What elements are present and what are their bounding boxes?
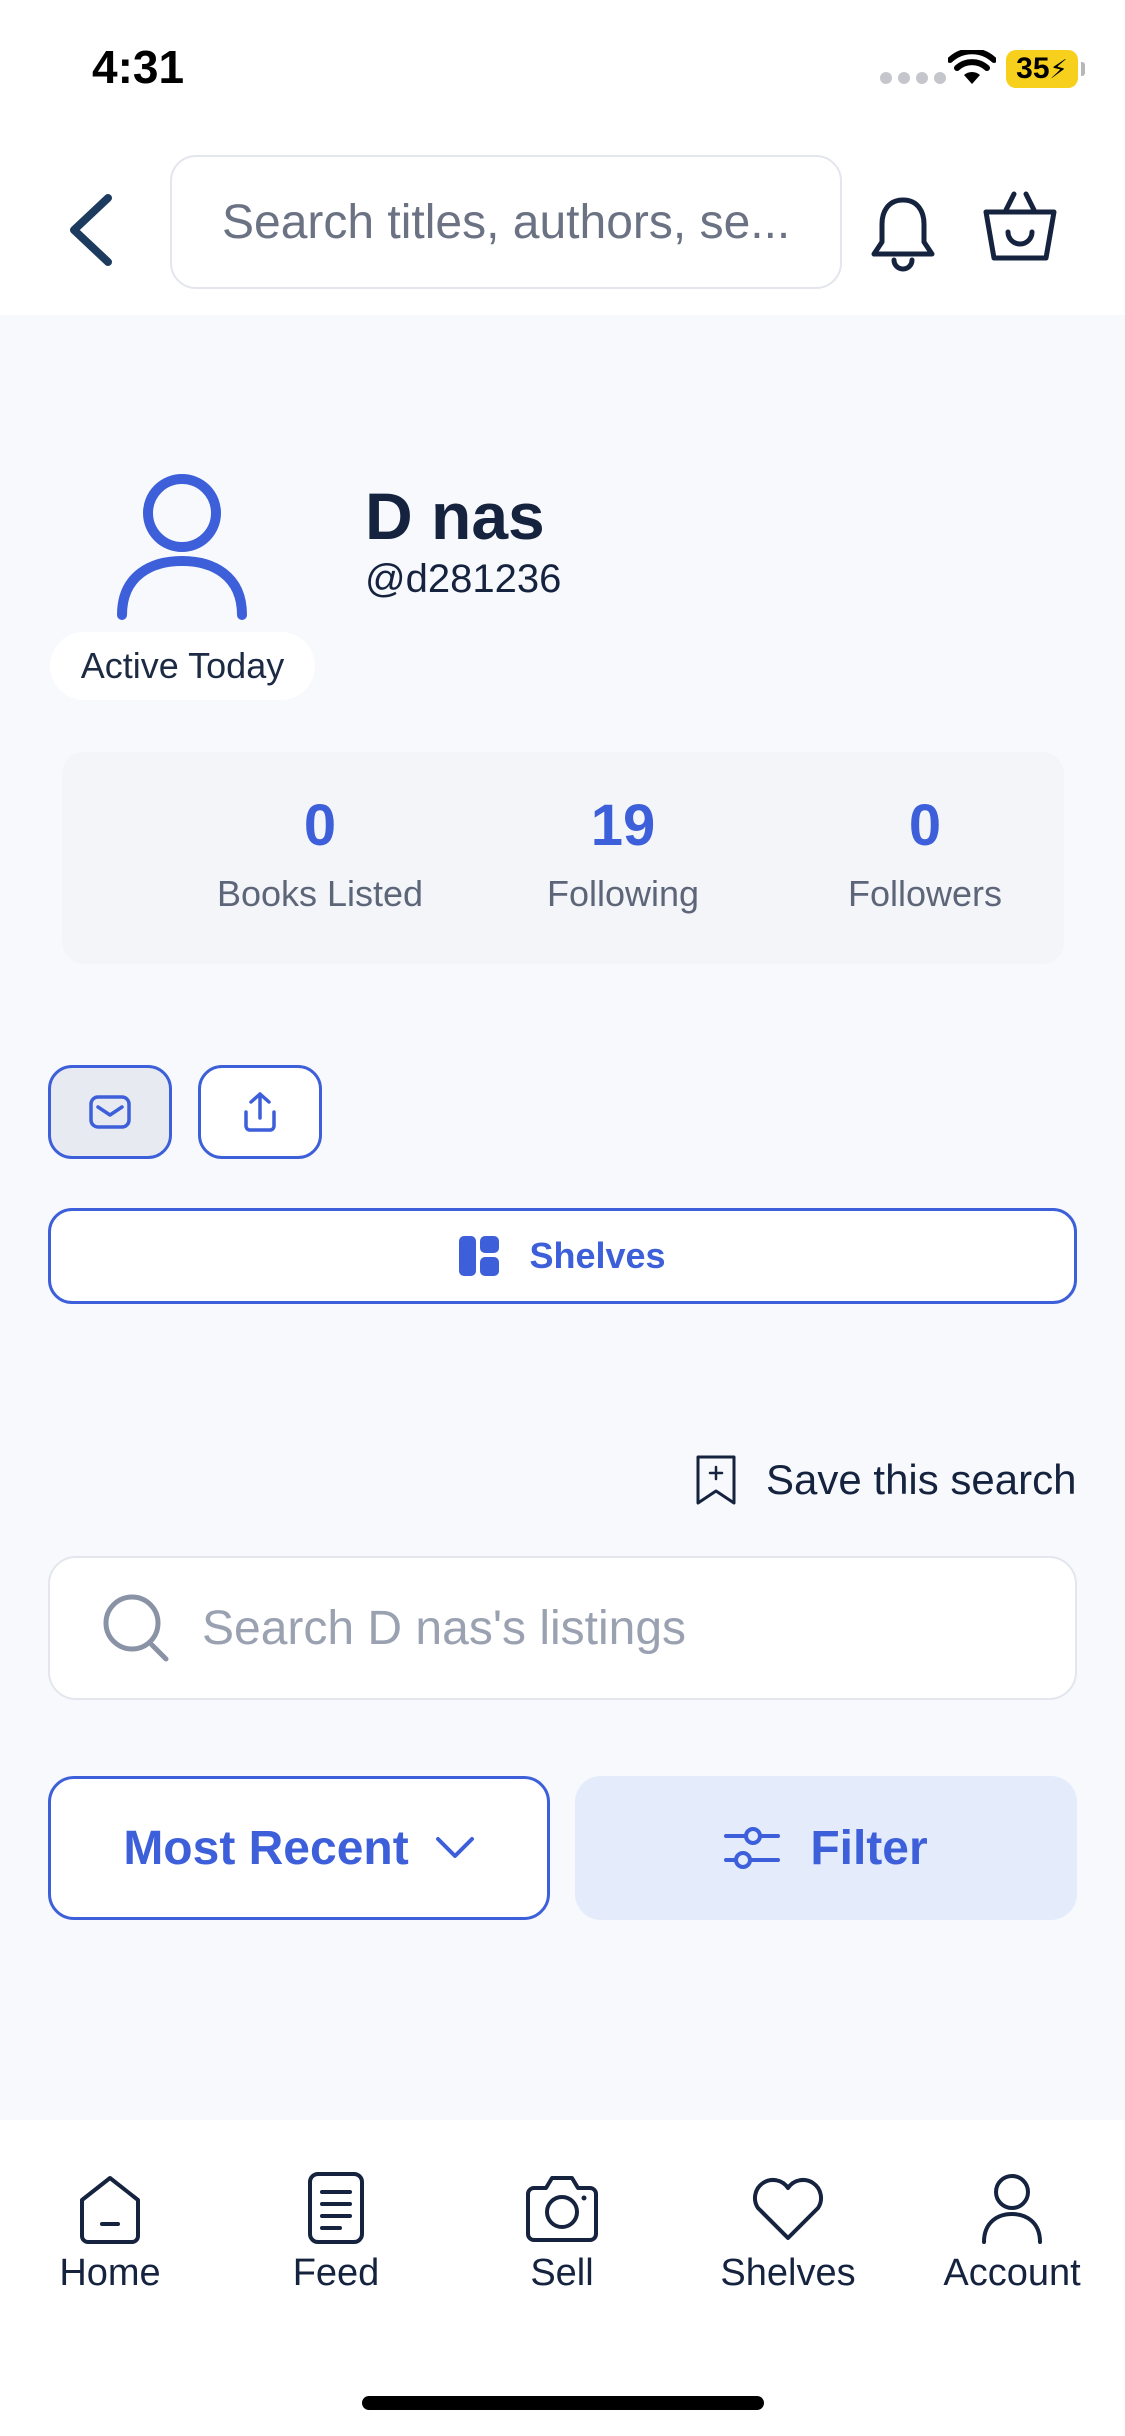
tab-label: Shelves bbox=[720, 2252, 856, 2294]
filter-label: Filter bbox=[810, 1821, 928, 1875]
charging-bolt-icon: ⚡ bbox=[1049, 53, 1068, 84]
battery-indicator: 35 ⚡ bbox=[1006, 50, 1085, 88]
feed-icon bbox=[308, 2172, 364, 2244]
global-search-input[interactable]: Search titles, authors, se... bbox=[170, 155, 842, 289]
basket-icon[interactable] bbox=[980, 186, 1060, 266]
cellular-signal-icon bbox=[880, 72, 946, 84]
camera-icon bbox=[526, 2176, 598, 2242]
stat-value: 0 bbox=[908, 793, 942, 858]
profile-handle: @d281236 bbox=[365, 557, 562, 601]
tab-label: Home bbox=[59, 2252, 161, 2294]
profile-name: D nas bbox=[365, 479, 545, 553]
status-time: 4:31 bbox=[92, 41, 185, 93]
tab-label: Sell bbox=[530, 2252, 594, 2294]
sort-dropdown[interactable]: Most Recent bbox=[48, 1776, 550, 1920]
bottom-tab-bar: Home Feed Sell Shelves Account bbox=[0, 2120, 1125, 2436]
sort-label: Most Recent bbox=[123, 1821, 409, 1875]
wifi-icon bbox=[948, 50, 996, 84]
home-indicator bbox=[362, 2396, 764, 2410]
stat-followers[interactable]: 0 Followers bbox=[795, 792, 1055, 915]
tab-account[interactable]: Account bbox=[912, 2170, 1112, 2295]
avatar bbox=[117, 474, 247, 620]
bell-icon[interactable] bbox=[868, 192, 938, 272]
mail-icon bbox=[89, 1095, 131, 1129]
stats-card: 0 Books Listed 19 Following 0 Followers bbox=[62, 752, 1064, 964]
global-search-placeholder: Search titles, authors, se... bbox=[222, 195, 791, 249]
battery-level: 35 bbox=[1016, 52, 1050, 85]
save-search-button[interactable]: Save this search bbox=[692, 1450, 1077, 1510]
stat-books-listed[interactable]: 0 Books Listed bbox=[190, 792, 450, 915]
bookmark-add-icon bbox=[696, 1455, 736, 1505]
listing-search-placeholder: Search D nas's listings bbox=[202, 1601, 687, 1655]
shelves-grid-icon bbox=[459, 1236, 500, 1276]
stat-value: 0 bbox=[303, 793, 337, 858]
tab-home[interactable]: Home bbox=[10, 2170, 210, 2295]
chevron-down-icon bbox=[435, 1837, 474, 1858]
stat-following[interactable]: 19 Following bbox=[493, 792, 753, 915]
search-icon bbox=[103, 1594, 169, 1662]
filter-button[interactable]: Filter bbox=[575, 1776, 1077, 1920]
top-header: Search titles, authors, se... bbox=[0, 140, 1125, 315]
stat-label: Following bbox=[546, 873, 700, 914]
message-button[interactable] bbox=[48, 1065, 172, 1159]
tab-feed[interactable]: Feed bbox=[236, 2170, 436, 2295]
save-search-label: Save this search bbox=[766, 1456, 1077, 1503]
shelves-button[interactable]: Shelves bbox=[48, 1208, 1077, 1304]
stat-label: Books Listed bbox=[216, 873, 424, 914]
heart-icon bbox=[752, 2178, 824, 2240]
back-chevron-icon[interactable] bbox=[60, 190, 130, 270]
tab-shelves[interactable]: Shelves bbox=[688, 2170, 888, 2295]
activity-status-badge: Active Today bbox=[50, 632, 315, 700]
tab-sell[interactable]: Sell bbox=[462, 2170, 662, 2295]
tab-label: Feed bbox=[292, 2252, 380, 2294]
share-icon bbox=[244, 1092, 276, 1132]
share-button[interactable] bbox=[198, 1065, 322, 1159]
account-icon bbox=[982, 2174, 1042, 2244]
listing-search-input[interactable]: Search D nas's listings bbox=[48, 1556, 1077, 1700]
shelves-button-label: Shelves bbox=[529, 1235, 666, 1276]
stat-value: 19 bbox=[590, 793, 656, 858]
stat-label: Followers bbox=[847, 873, 1003, 914]
home-icon bbox=[80, 2176, 140, 2244]
status-bar: 4:31 35 ⚡ bbox=[0, 0, 1125, 140]
tab-label: Account bbox=[943, 2252, 1081, 2294]
filter-sliders-icon bbox=[724, 1827, 781, 1869]
